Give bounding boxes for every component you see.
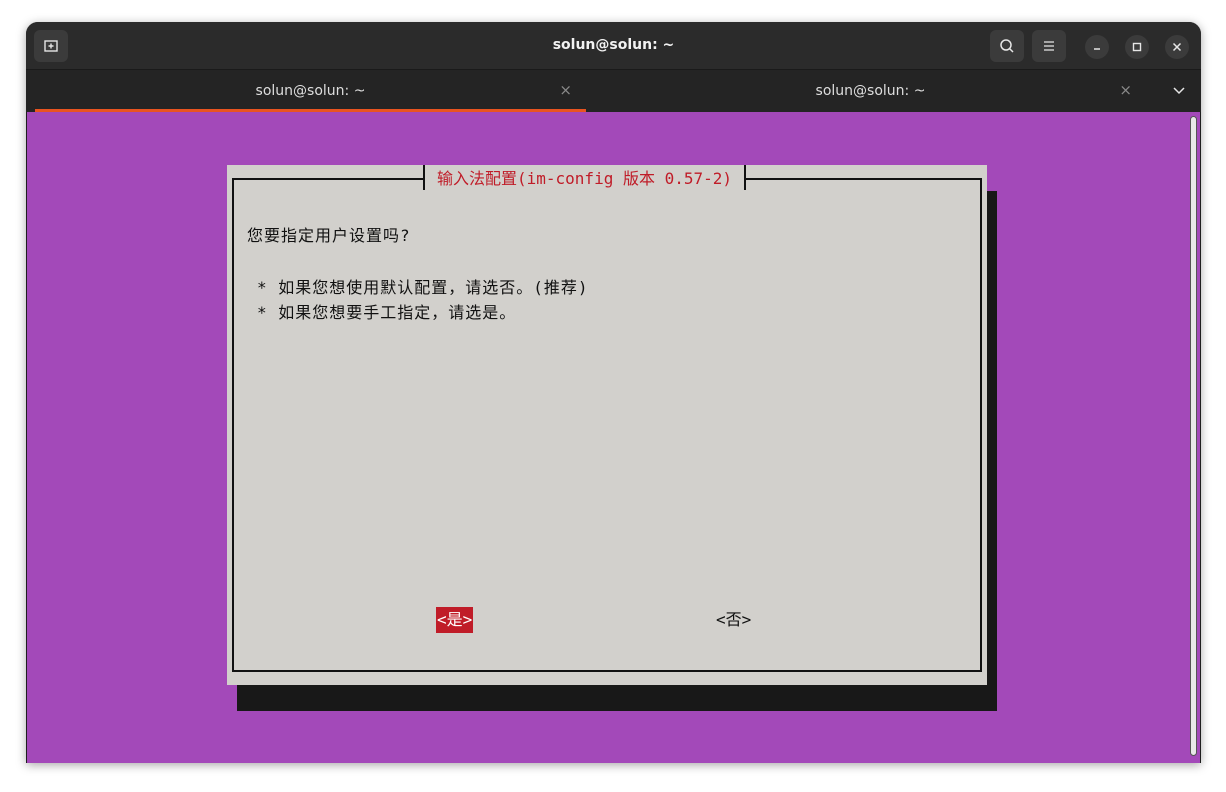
maximize-icon	[1132, 42, 1142, 52]
search-icon	[1000, 39, 1014, 53]
dialog-question: 您要指定用户设置吗?	[247, 226, 411, 245]
dialog-option-text: * 如果您想要手工指定，请选是。	[257, 303, 517, 322]
dialog-frame	[232, 178, 982, 672]
tab-2[interactable]: solun@solun: ~ ×	[595, 70, 1146, 112]
close-icon	[1172, 42, 1182, 52]
minimize-button[interactable]	[1085, 35, 1109, 59]
im-config-dialog: 输入法配置(im-config 版本 0.57-2) 您要指定用户设置吗? * …	[227, 165, 987, 685]
dialog-option-text: * 如果您想使用默认配置，请选否。(推荐)	[257, 278, 589, 297]
terminal-window: solun@solun: ~ solun@solun: ~ × solun@so…	[26, 22, 1201, 763]
tab-1[interactable]: solun@solun: ~ ×	[35, 70, 586, 112]
dialog-title: 输入法配置(im-config 版本 0.57-2)	[423, 165, 747, 190]
tab-close-icon[interactable]: ×	[1119, 81, 1132, 99]
scrollbar[interactable]	[1190, 116, 1197, 756]
close-button[interactable]	[1165, 35, 1189, 59]
tab-label: solun@solun: ~	[815, 83, 926, 99]
chevron-down-icon	[1173, 87, 1185, 95]
title-bar: solun@solun: ~	[26, 22, 1201, 69]
window-title: solun@solun: ~	[552, 37, 675, 53]
no-button[interactable]: <否>	[716, 607, 751, 633]
search-button[interactable]	[990, 30, 1024, 62]
maximize-button[interactable]	[1125, 35, 1149, 59]
tab-close-icon[interactable]: ×	[559, 81, 572, 99]
tab-label: solun@solun: ~	[255, 83, 366, 99]
hamburger-menu-icon	[1044, 41, 1054, 51]
menu-button[interactable]	[1032, 30, 1066, 62]
terminal-area[interactable]: 输入法配置(im-config 版本 0.57-2) 您要指定用户设置吗? * …	[27, 112, 1200, 763]
minimize-icon	[1094, 48, 1100, 50]
tab-bar: solun@solun: ~ × solun@solun: ~ ×	[26, 69, 1201, 112]
tab-list-button[interactable]	[1171, 82, 1187, 98]
yes-button[interactable]: <是>	[436, 607, 474, 633]
